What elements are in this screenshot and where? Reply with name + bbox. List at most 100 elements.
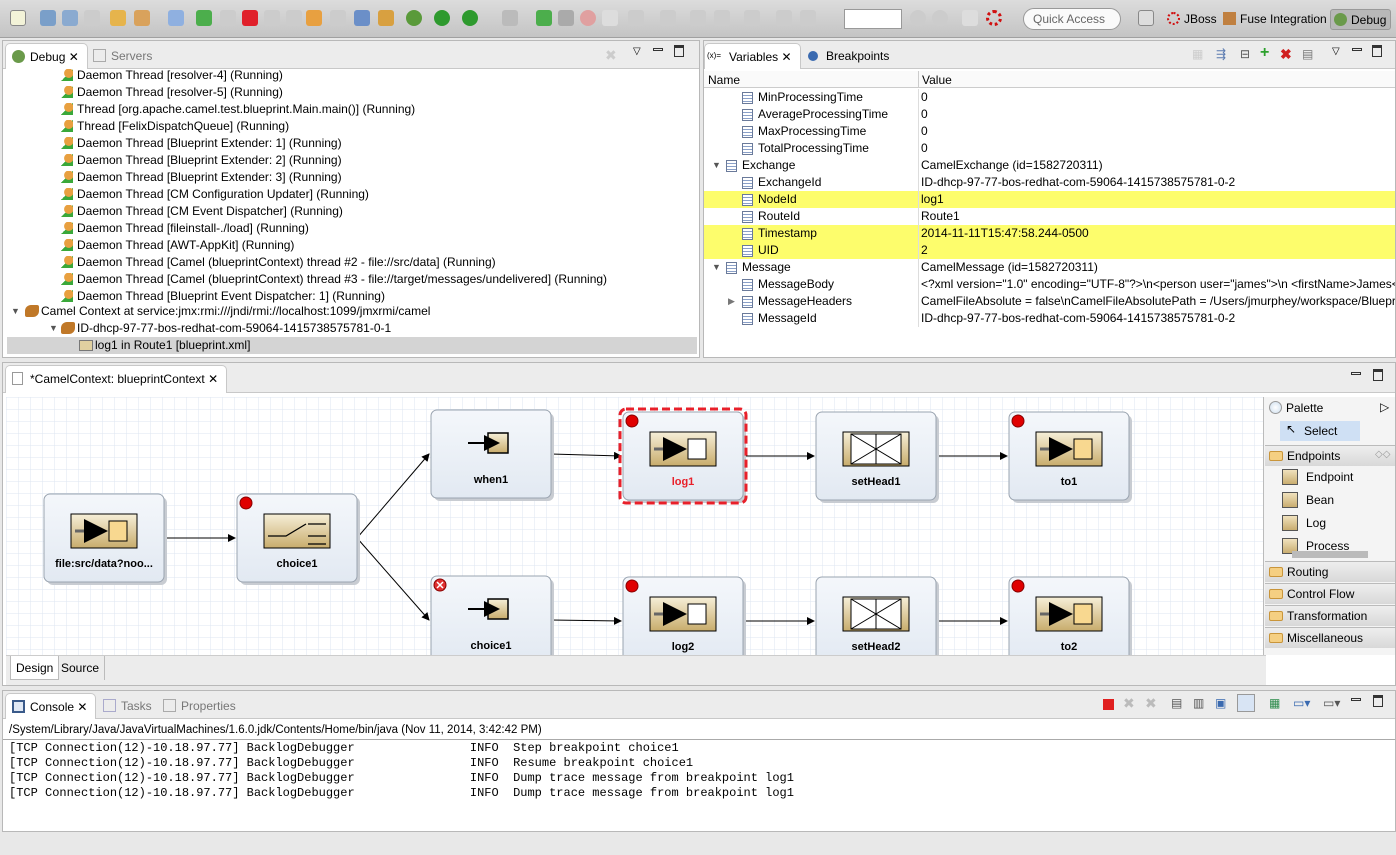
skip-breakpoints-icon[interactable] [168, 10, 184, 26]
breakpoint-icon[interactable] [625, 579, 639, 593]
step-return-icon[interactable] [330, 10, 346, 26]
breakpoint-icon[interactable] [1011, 579, 1025, 593]
breakpoint-icon[interactable] [239, 496, 253, 510]
tab-source[interactable]: Source [56, 656, 106, 680]
column-name[interactable]: Name [708, 73, 740, 87]
variable-row[interactable]: MaxProcessingTime 0 [704, 123, 1395, 140]
palette-select[interactable]: ↖ Select [1280, 421, 1360, 441]
hand-icon[interactable] [602, 10, 618, 26]
palette-item-bean[interactable]: Bean [1282, 490, 1334, 510]
terminate-icon[interactable] [1103, 699, 1114, 710]
column-value[interactable]: Value [918, 71, 952, 88]
tree-context-id[interactable]: ID-dhcp-97-77-bos-redhat-com-59064-14157… [61, 320, 391, 337]
tree-thread[interactable]: Daemon Thread [resolver-4] (Running) [61, 67, 283, 84]
display-console-icon[interactable]: ▭▾ [1293, 696, 1310, 710]
remove-icon[interactable]: ✖ [1280, 46, 1292, 63]
use-step-filters-icon[interactable] [378, 10, 394, 26]
variable-row[interactable]: ExchangeId ID-dhcp-97-77-bos-redhat-com-5… [704, 174, 1395, 191]
variable-row[interactable]: TotalProcessingTime 0 [704, 140, 1395, 157]
zoom-combo[interactable] [844, 9, 902, 29]
camel-stop-icon[interactable] [580, 10, 596, 26]
camel-step-icon[interactable] [558, 10, 574, 26]
new-icon[interactable] [10, 10, 26, 26]
clear-console-icon[interactable]: ▤ [1171, 696, 1182, 710]
quick-access-input[interactable]: Quick Access [1023, 8, 1121, 30]
variable-row[interactable]: UID 2 [704, 242, 1395, 259]
expand-arrow-icon[interactable]: ▼ [49, 320, 58, 337]
palette-item-endpoint[interactable]: Endpoint [1282, 467, 1353, 487]
add-icon[interactable]: + [1260, 44, 1269, 62]
tree-thread[interactable]: Daemon Thread [AWT-AppKit] (Running) [61, 237, 294, 254]
minimize-icon[interactable] [1352, 48, 1362, 51]
maximize-icon[interactable] [1373, 369, 1383, 381]
step-into-icon[interactable] [286, 10, 302, 26]
print-icon[interactable] [84, 10, 100, 26]
tab-breakpoints[interactable]: Breakpoints [802, 43, 897, 69]
variable-row[interactable]: ▼ Message CamelMessage (id=1582720311) [704, 259, 1395, 276]
save-icon[interactable] [40, 10, 56, 26]
collapse-arrow-icon[interactable]: ▶ [728, 293, 735, 310]
tree-selected-frame[interactable]: log1 in Route1 [blueprint.xml] [7, 337, 697, 354]
view-menu-icon[interactable]: ▽ [1332, 46, 1340, 57]
tree-frame[interactable]: log1 in Route1 [blueprint.xml] [79, 337, 250, 354]
tree-thread[interactable]: Daemon Thread [Camel (blueprintContext) … [61, 271, 607, 288]
tree-thread[interactable]: Daemon Thread [Blueprint Extender: 2] (R… [61, 152, 342, 169]
layout-icon[interactable] [962, 10, 978, 26]
maximize-icon[interactable] [1373, 695, 1383, 707]
collapse-palette-icon[interactable]: ▷ [1380, 400, 1389, 414]
undo-icon[interactable] [776, 10, 792, 26]
tab-debug[interactable]: Debug ✕ [5, 43, 88, 69]
tab-console[interactable]: Console ✕ [5, 693, 97, 719]
server-icon[interactable] [502, 10, 518, 26]
breakpoint-icon[interactable] [625, 414, 639, 428]
tree-thread[interactable]: Daemon Thread [CM Event Dispatcher] (Run… [61, 203, 343, 220]
back-dropdown-icon[interactable] [714, 10, 730, 26]
next-annotation-icon[interactable] [628, 10, 644, 26]
jboss-spinner-icon[interactable] [986, 10, 1002, 26]
zoom-in-icon[interactable] [910, 10, 926, 26]
close-icon[interactable]: ✕ [69, 50, 79, 64]
close-icon[interactable]: ✕ [77, 700, 87, 714]
palette-drawer-routing[interactable]: Routing [1265, 561, 1395, 582]
palette-scroll-down[interactable] [1292, 551, 1368, 558]
variable-row[interactable]: AverageProcessingTime 0 [704, 106, 1395, 123]
variable-row[interactable]: MessageId ID-dhcp-97-77-bos-redhat-com-59… [704, 310, 1395, 327]
tree-thread[interactable]: Thread [FelixDispatchQueue] (Running) [61, 118, 289, 135]
tree-thread[interactable]: Daemon Thread [fileinstall-./load] (Runn… [61, 220, 309, 237]
suspend-icon[interactable] [220, 10, 236, 26]
tab-servers[interactable]: Servers [87, 43, 160, 69]
terminate-icon[interactable] [242, 10, 258, 26]
remove-all-icon[interactable]: ✖ [1145, 695, 1157, 712]
camel-resume-icon[interactable] [536, 10, 552, 26]
minimize-icon[interactable] [653, 48, 663, 51]
disconnect-icon[interactable] [264, 10, 280, 26]
variable-row[interactable]: ▼ Exchange CamelExchange (id=1582720311) [704, 157, 1395, 174]
drop-to-frame-icon[interactable] [354, 10, 370, 26]
tree-thread[interactable]: Daemon Thread [Camel (blueprintContext) … [61, 254, 496, 271]
variable-row[interactable]: MessageBody <?xml version="1.0" encoding=… [704, 276, 1395, 293]
palette-drawer-miscellaneous[interactable]: Miscellaneous [1265, 627, 1395, 648]
remove-all-terminated-icon[interactable]: ✖ [605, 47, 617, 64]
collapse-all-icon[interactable]: ▦ [1192, 47, 1203, 61]
variable-row[interactable]: NodeId log1 [704, 191, 1395, 208]
palette-drawer-endpoints[interactable]: Endpoints ◇◇ [1265, 445, 1395, 466]
edit-icon[interactable] [134, 10, 150, 26]
perspective-debug[interactable]: Debug [1330, 9, 1392, 30]
view-menu-icon[interactable]: ▽ [633, 46, 641, 57]
tab-design[interactable]: Design [10, 656, 60, 680]
close-icon[interactable]: ✕ [781, 50, 791, 64]
tab-variables[interactable]: (x)= Variables ✕ [704, 43, 801, 69]
variable-row[interactable]: Timestamp 2014-11-11T15:47:58.244-0500 [704, 225, 1395, 242]
open-console-icon[interactable]: ▭▾ [1323, 696, 1340, 710]
tree-thread[interactable]: Daemon Thread [Blueprint Extender: 3] (R… [61, 169, 342, 186]
expand-arrow-icon[interactable]: ▼ [11, 303, 20, 320]
debug-icon[interactable] [406, 10, 422, 26]
palette-drawer-control-flow[interactable]: Control Flow [1265, 583, 1395, 604]
minimize-icon[interactable] [1351, 372, 1361, 375]
tree-thread[interactable]: Daemon Thread [Blueprint Extender: 1] (R… [61, 135, 342, 152]
tree-thread[interactable]: Daemon Thread [CM Configuration Updater]… [61, 186, 369, 203]
palette-drawer-transformation[interactable]: Transformation [1265, 605, 1395, 626]
maximize-icon[interactable] [1372, 45, 1382, 57]
redo-icon[interactable] [800, 10, 816, 26]
close-icon[interactable]: ✕ [208, 372, 218, 386]
